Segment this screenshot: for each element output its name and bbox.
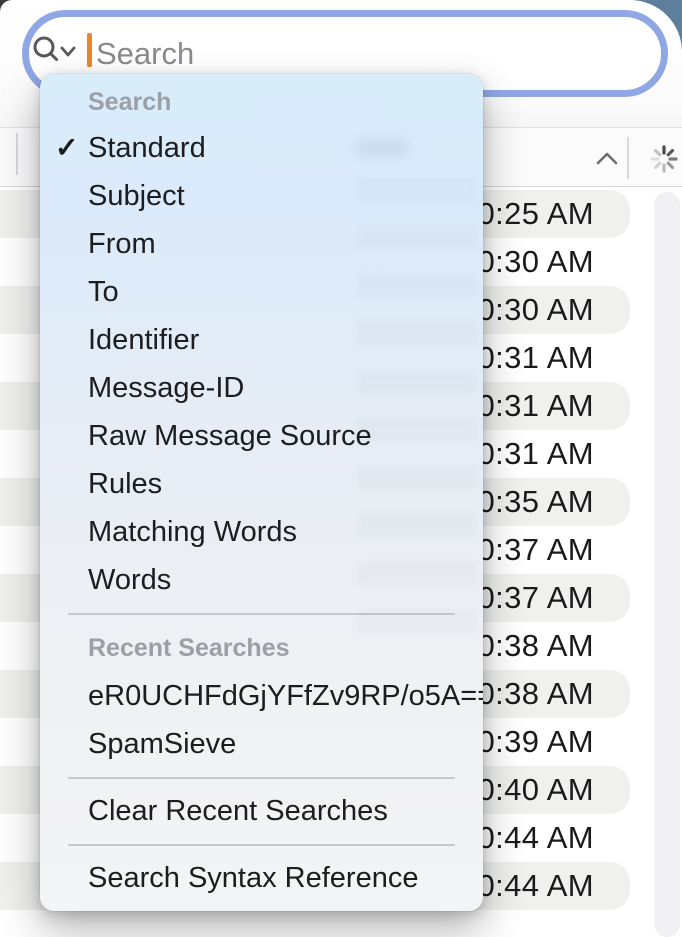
menu-item-clear-recent-searches[interactable]: Clear Recent Searches [40, 787, 483, 835]
menu-item-label: Raw Message Source [88, 420, 372, 453]
menu-item-label: Message-ID [88, 372, 244, 405]
menu-item-label: Search Syntax Reference [88, 862, 418, 895]
menu-item-label: Clear Recent Searches [88, 795, 388, 828]
progress-spinner-icon [649, 144, 679, 174]
menu-item-search-syntax-reference[interactable]: Search Syntax Reference [40, 854, 483, 902]
row-time: 0:39 AM [477, 718, 594, 766]
menu-item-words[interactable]: Words [40, 556, 483, 604]
row-time: 0:35 AM [477, 478, 594, 526]
row-time: 0:31 AM [477, 334, 594, 382]
search-icon[interactable] [33, 36, 81, 66]
column-divider [627, 137, 629, 179]
menu-items: Search✓ Standard Subject From To Identifier Me… [40, 80, 483, 902]
column-divider [16, 133, 18, 175]
menu-item-label: From [88, 228, 156, 261]
menu-item-matching-words[interactable]: Matching Words [40, 508, 483, 556]
row-time: 0:25 AM [477, 190, 594, 238]
menu-item-label: SpamSieve [88, 728, 236, 761]
menu-separator [40, 768, 483, 787]
row-time: 0:40 AM [477, 766, 594, 814]
menu-item-subject[interactable]: Subject [40, 172, 483, 220]
row-time: 0:44 AM [477, 814, 594, 862]
row-time: 0:37 AM [477, 574, 594, 622]
row-time: 0:31 AM [477, 382, 594, 430]
row-time: 0:38 AM [477, 670, 594, 718]
row-time: 0:30 AM [477, 286, 594, 334]
scrollbar-thumb[interactable] [654, 192, 680, 937]
menu-item-to[interactable]: To [40, 268, 483, 316]
sort-ascending-chevron-icon[interactable] [595, 149, 619, 167]
menu-item-label: Standard [88, 132, 206, 165]
menu-section-header-search: Search [40, 80, 483, 124]
menu-item-from[interactable]: From [40, 220, 483, 268]
row-time: 0:30 AM [477, 238, 594, 286]
menu-item-label: To [88, 276, 119, 309]
menu-item-label: Matching Words [88, 516, 297, 549]
text-caret [87, 33, 92, 67]
menu-item-label: Identifier [88, 324, 199, 357]
menu-item-raw-message-source[interactable]: Raw Message Source [40, 412, 483, 460]
chevron-down-icon [62, 48, 74, 55]
menu-item-message-id[interactable]: Message-ID [40, 364, 483, 412]
search-scope-menu: Search✓ Standard Subject From To Identifier Me… [40, 74, 483, 911]
row-time: 0:38 AM [477, 622, 594, 670]
menu-item-label: Rules [88, 468, 162, 501]
menu-item-label: eR0UCHFdGjYFfZv9RP/o5A== [88, 680, 483, 713]
menu-item-label: Subject [88, 180, 185, 213]
checkmark-icon: ✓ [55, 124, 78, 172]
menu-item-standard[interactable]: ✓ Standard [40, 124, 483, 172]
row-time: 0:37 AM [477, 526, 594, 574]
row-time: 0:44 AM [477, 862, 594, 910]
menu-item-rules[interactable]: Rules [40, 460, 483, 508]
menu-section-header-recent-searches: Recent Searches [40, 624, 483, 672]
menu-separator [40, 604, 483, 624]
menu-item-identifier[interactable]: Identifier [40, 316, 483, 364]
row-time: 0:31 AM [477, 430, 594, 478]
menu-item-label: Words [88, 564, 171, 597]
menu-separator [40, 835, 483, 854]
menu-item-spamsieve[interactable]: SpamSieve [40, 720, 483, 768]
menu-item-er0uchfdgjyffzv9rp-o5a[interactable]: eR0UCHFdGjYFfZv9RP/o5A== [40, 672, 483, 720]
